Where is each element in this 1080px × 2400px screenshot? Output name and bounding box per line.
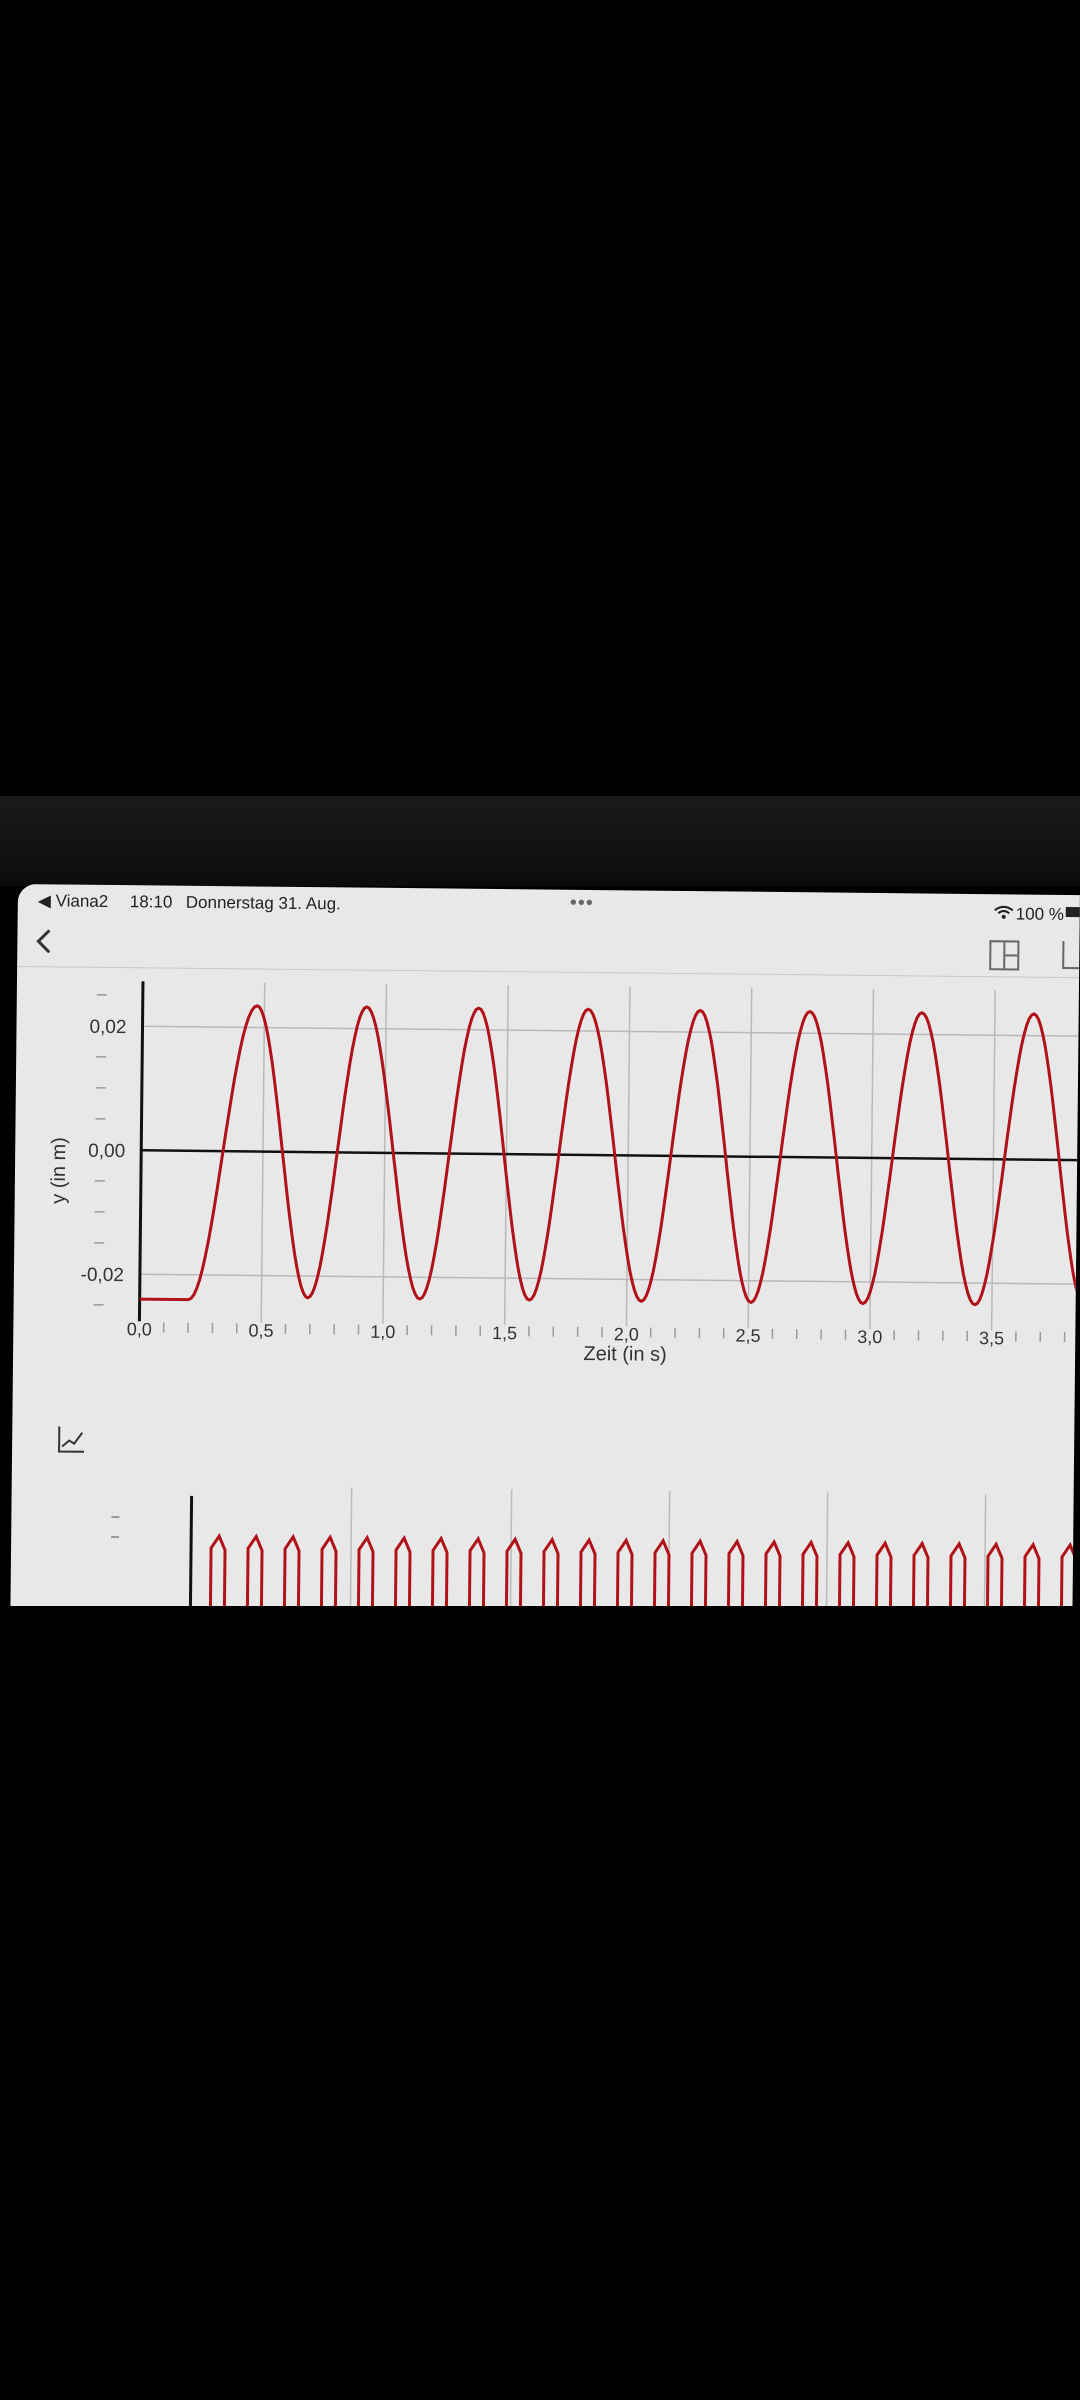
x-tick-label: 2,0 [614,1324,639,1344]
back-app-label: Viana2 [55,891,109,911]
x-tick-label: 2,5 [735,1326,760,1346]
x-tick-label: 3,0 [857,1327,882,1347]
displacement-time-chart: 0,020,00-0,02 0,00,51,01,52,02,53,03,54,… [48,981,1079,1366]
y-tick-label: -0,02 [80,1265,124,1286]
x-tick-label: 0,0 [127,1319,152,1339]
second-chart-gridline [349,1487,353,1618]
second-chart-gridline [509,1489,513,1618]
x-tick-label: 0,5 [248,1320,273,1340]
y-gridline [142,1025,1079,1037]
y-gridline [139,1273,1076,1285]
battery-icon [1065,906,1080,918]
tablet-bottom-bezel [0,1606,1080,2400]
back-to-app-link[interactable]: ◀ Viana2 [38,891,109,912]
axis-settings-icon[interactable] [56,1424,86,1454]
x-tick-label: 3,5 [979,1328,1004,1348]
y-tick-label: 0,00 [88,1141,125,1162]
displacement-curve[interactable] [139,1004,1079,1310]
chevron-left-icon [36,929,51,953]
navigation-bar [17,915,1080,979]
x-axis-label: Zeit (in s) [583,1343,667,1366]
y-tick-label: 0,02 [89,1017,126,1038]
share-icon[interactable] [1062,940,1080,970]
second-chart-y-axis [188,1495,194,1616]
y-axis-ticks: 0,02 0,00 -0,02 [80,994,127,1306]
x-tick-label: 1,5 [492,1323,517,1343]
back-button[interactable] [29,926,59,956]
second-chart-gridline [983,1494,987,1618]
tablet-screen: ◀ Viana2 18:10 Donnerstag 31. Aug. ••• 1… [10,884,1080,1618]
battery-level: 100 % [1015,904,1065,924]
split-layout-icon[interactable] [989,940,1020,971]
x-tick-label: 1,0 [370,1322,395,1342]
y-axis-label: y (in m) [48,1137,71,1204]
status-time: 18:10 [129,892,173,912]
second-chart-gridline [825,1492,829,1618]
wifi-icon [994,904,1014,924]
tablet-bezel [0,796,1080,886]
multitask-dots[interactable]: ••• [570,892,594,915]
second-chart-curve [190,1533,1074,1618]
second-chart [111,1487,1074,1618]
status-date: Donnerstag 31. Aug. [185,892,341,914]
